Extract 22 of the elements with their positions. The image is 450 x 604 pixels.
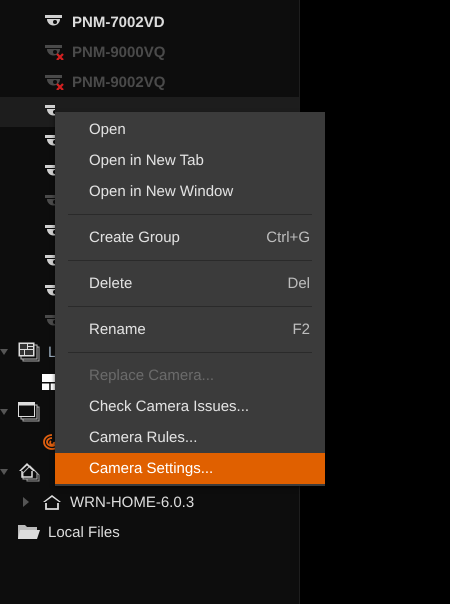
menu-item[interactable]: Open in New Window — [55, 176, 325, 207]
camera-name[interactable]: PNM-7002VD — [72, 14, 165, 30]
tree-item[interactable]: Local Files — [48, 524, 120, 540]
menu-item[interactable]: Rename F2 — [55, 314, 325, 345]
menu-item[interactable]: Open in New Tab — [55, 145, 325, 176]
menu-item[interactable]: Check Camera Issues... — [55, 391, 325, 422]
house-icon — [42, 494, 62, 510]
expand-arrow[interactable] — [23, 497, 29, 507]
folder-icon — [18, 524, 40, 540]
tree-item[interactable]: L — [48, 344, 56, 360]
menu-item[interactable]: Delete Del — [55, 268, 325, 299]
menu-item[interactable]: Open — [55, 114, 325, 145]
menu-item[interactable]: Camera Rules... — [55, 422, 325, 453]
menu-item[interactable]: Camera Settings... — [55, 453, 325, 484]
layouts-icon — [18, 342, 40, 362]
houses-icon — [18, 462, 40, 482]
collapse-arrow[interactable] — [0, 469, 8, 475]
collapse-arrow[interactable] — [0, 349, 8, 355]
windows-icon — [18, 402, 40, 422]
collapse-arrow[interactable] — [0, 409, 8, 415]
tree-item[interactable]: WRN-HOME-6.0.3 — [70, 494, 194, 510]
menu-item[interactable]: Create Group Ctrl+G — [55, 222, 325, 253]
